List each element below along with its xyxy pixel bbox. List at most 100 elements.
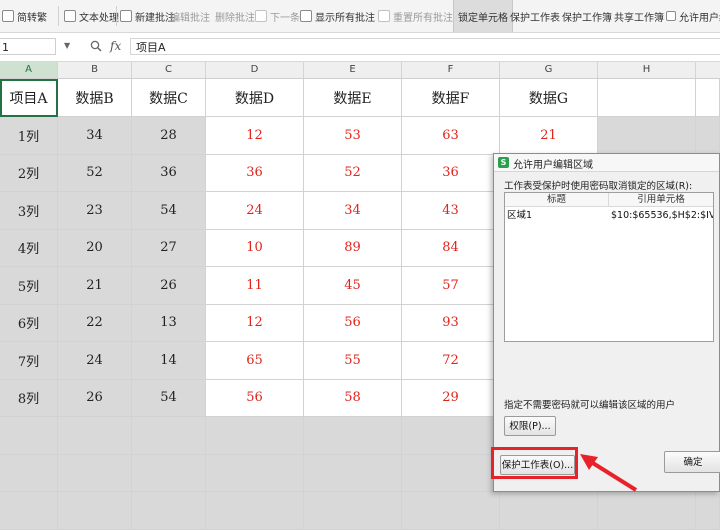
data-cell[interactable]: 84 [402,229,500,267]
ranges-list[interactable]: 标题 引用单元格 区域1 $10:$65536,$H$2:$IV$... [504,192,714,342]
empty-cell[interactable] [304,454,402,492]
empty-cell[interactable] [0,492,58,530]
row-label-cell[interactable]: 6列 [0,304,58,342]
data-cell[interactable]: 36 [132,154,206,192]
zoom-icon[interactable] [90,40,102,52]
row-label-cell[interactable]: 2列 [0,154,58,192]
data-cell[interactable]: 56 [304,304,402,342]
data-cell[interactable]: 29 [402,379,500,417]
column-header-h[interactable]: H [598,62,696,78]
data-cell[interactable]: 14 [132,342,206,380]
reset-all-comments-button[interactable]: 重置所有批注 [378,0,453,32]
row-label-cell[interactable]: 4列 [0,229,58,267]
row-label-cell[interactable]: 8列 [0,379,58,417]
data-cell[interactable]: 55 [304,342,402,380]
function-icon[interactable]: fx [110,39,121,53]
dialog-titlebar[interactable]: S 允许用户编辑区域 [494,154,719,172]
row-label-cell[interactable]: 5列 [0,267,58,305]
range-row-title[interactable]: 区域1 [507,209,605,222]
data-cell[interactable]: 28 [132,117,206,155]
empty-cell[interactable] [402,417,500,455]
empty-cell[interactable] [304,492,402,530]
empty-cell[interactable] [0,417,58,455]
range-row-ref[interactable]: $10:$65536,$H$2:$IV$... [611,209,713,222]
data-cell[interactable]: 12 [206,117,304,155]
empty-cell[interactable] [132,454,206,492]
column-header-g[interactable]: G [500,62,598,78]
header-cell[interactable]: 数据C [132,79,206,117]
data-cell[interactable]: 54 [132,192,206,230]
data-cell[interactable]: 34 [304,192,402,230]
empty-cell[interactable] [206,492,304,530]
empty-cell[interactable] [304,417,402,455]
empty-cell[interactable] [402,492,500,530]
empty-cell[interactable] [696,117,720,155]
data-cell[interactable]: 11 [206,267,304,305]
empty-cell[interactable] [402,454,500,492]
empty-cell[interactable] [58,417,132,455]
data-cell[interactable]: 21 [500,117,598,155]
data-cell[interactable]: 13 [132,304,206,342]
data-cell[interactable]: 26 [132,267,206,305]
empty-cell[interactable] [0,454,58,492]
empty-cell[interactable] [58,492,132,530]
data-cell[interactable]: 23 [58,192,132,230]
share-workbook-button[interactable]: 共享工作簿 [614,0,664,32]
text-processing-button[interactable]: 文本处理 ▼ [64,0,126,32]
data-cell[interactable]: 22 [58,304,132,342]
column-header-ref[interactable]: 引用单元格 [609,193,713,207]
column-header-f[interactable]: F [402,62,500,78]
column-header-d[interactable]: D [206,62,304,78]
header-cell[interactable]: 项目A [0,79,58,117]
data-cell[interactable]: 58 [304,379,402,417]
empty-cell[interactable] [598,79,696,117]
data-cell[interactable]: 52 [304,154,402,192]
data-cell[interactable]: 36 [206,154,304,192]
edit-comment-button[interactable]: 编辑批注 [170,0,210,32]
data-cell[interactable]: 26 [58,379,132,417]
column-header-b[interactable]: B [58,62,132,78]
protect-sheet-button[interactable]: 保护工作表 [510,0,560,32]
delete-comment-button[interactable]: 删除批注 [215,0,255,32]
data-cell[interactable]: 72 [402,342,500,380]
row-label-cell[interactable]: 1列 [0,117,58,155]
empty-cell[interactable] [58,454,132,492]
data-cell[interactable]: 36 [402,154,500,192]
column-header-a[interactable]: A [0,62,58,78]
data-cell[interactable]: 12 [206,304,304,342]
empty-cell[interactable] [696,79,720,117]
empty-cell[interactable] [206,454,304,492]
chevron-down-icon[interactable]: ▼ [64,41,70,50]
header-cell[interactable]: 数据B [58,79,132,117]
allow-users-edit-button[interactable]: 允许用户编 [666,0,720,32]
data-cell[interactable]: 54 [132,379,206,417]
column-header-e[interactable]: E [304,62,402,78]
data-cell[interactable]: 89 [304,229,402,267]
column-header-c[interactable]: C [132,62,206,78]
data-cell[interactable]: 53 [304,117,402,155]
empty-cell[interactable] [206,417,304,455]
data-cell[interactable]: 52 [58,154,132,192]
column-header-title[interactable]: 标题 [505,193,609,207]
empty-cell[interactable] [598,492,696,530]
lock-cell-button[interactable]: 锁定单元格 [453,0,513,32]
data-cell[interactable]: 34 [58,117,132,155]
show-all-comments-button[interactable]: 显示所有批注 [300,0,375,32]
data-cell[interactable]: 45 [304,267,402,305]
row-label-cell[interactable]: 7列 [0,342,58,380]
header-cell[interactable]: 数据E [304,79,402,117]
data-cell[interactable]: 43 [402,192,500,230]
row-label-cell[interactable]: 3列 [0,192,58,230]
name-box[interactable]: 1 [0,38,56,55]
header-cell[interactable]: 数据D [206,79,304,117]
data-cell[interactable]: 56 [206,379,304,417]
data-cell[interactable]: 24 [58,342,132,380]
header-cell[interactable]: 数据G [500,79,598,117]
header-cell[interactable]: 数据F [402,79,500,117]
empty-cell[interactable] [598,117,696,155]
data-cell[interactable]: 21 [58,267,132,305]
data-cell[interactable]: 57 [402,267,500,305]
column-header-i[interactable] [696,62,720,78]
new-comment-button[interactable]: 新建批注 [120,0,175,32]
data-cell[interactable]: 93 [402,304,500,342]
